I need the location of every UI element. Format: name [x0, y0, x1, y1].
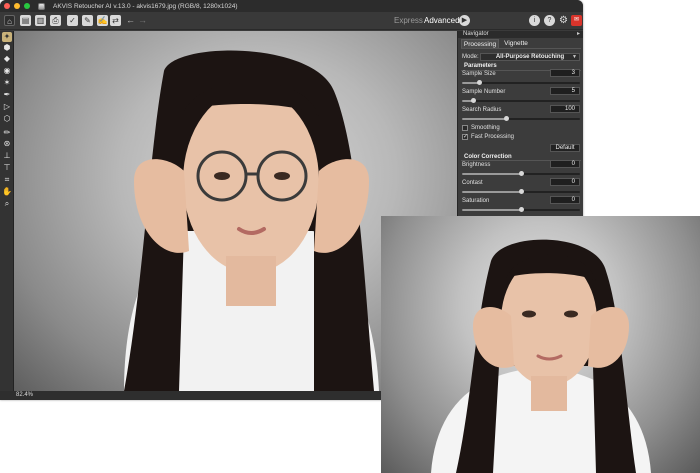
mode-select-value: All-Purpose Retouching	[495, 54, 565, 60]
zoom-icon[interactable]: ⌕	[2, 199, 12, 209]
clone-icon[interactable]: ⊛	[2, 139, 12, 149]
sample-number-slider-thumb[interactable]	[471, 98, 477, 103]
tools-panel: ✦ ⬢ ◆ ◉ ✶ ✒ ▷ ⬡ ✏ ⊛ ⊥ ⊤ ⌗ ✋ ⌕	[0, 31, 14, 391]
selection-icon[interactable]: ▷	[2, 102, 12, 112]
saturation-slider-fill	[462, 209, 521, 211]
app-logo-icon	[38, 2, 45, 10]
brightness-label: Brightness	[462, 162, 491, 168]
search-radius-input[interactable]: 100	[550, 105, 580, 113]
color-picker-icon[interactable]: ✒	[2, 90, 12, 100]
sample-size-slider-thumb[interactable]	[477, 80, 483, 85]
tab-vignette[interactable]: Vignette	[499, 39, 533, 48]
close-window-button[interactable]	[4, 3, 10, 9]
saturation-slider-thumb[interactable]	[518, 207, 524, 212]
sample-number-slider[interactable]	[462, 98, 580, 103]
stamp-icon[interactable]: ⊥	[2, 151, 12, 161]
search-radius-label: Search Radius	[462, 107, 502, 113]
batch-icon[interactable]: ✎	[82, 15, 93, 26]
settings-gear-icon[interactable]: ⚙	[558, 15, 569, 26]
sample-size-slider[interactable]	[462, 80, 580, 85]
print-icon[interactable]: ⎙	[50, 15, 61, 26]
minimize-window-button[interactable]	[14, 3, 20, 9]
advanced-mode-link[interactable]: Advanced	[424, 16, 460, 25]
saturation-slider[interactable]	[462, 207, 580, 212]
contrast-slider-fill	[462, 191, 521, 193]
inpainting-icon[interactable]: ✦	[2, 32, 12, 42]
window-title: AKVIS Retoucher AI v.13.0 - akvis1679.jp…	[53, 2, 238, 10]
sample-number-label: Sample Number	[462, 89, 506, 95]
mode-label: Mode:	[462, 54, 479, 60]
help-icon[interactable]: ?	[544, 15, 555, 26]
crop-icon[interactable]: ⌗	[2, 175, 12, 185]
fast-processing-checkbox[interactable]	[462, 133, 468, 140]
navigator-expand-icon[interactable]: ▸	[577, 31, 580, 38]
save-icon[interactable]: ▥	[35, 15, 46, 26]
brightness-slider-fill	[462, 173, 521, 175]
home-icon[interactable]: ⌂	[4, 15, 15, 26]
express-mode-link[interactable]: Express	[394, 16, 423, 25]
search-radius-slider[interactable]	[462, 116, 580, 121]
brightness-slider-thumb[interactable]	[518, 171, 524, 176]
smoothing-checkbox[interactable]	[462, 125, 468, 131]
brush-icon[interactable]: ✏	[2, 128, 12, 138]
navigator-title: Navigator	[463, 31, 489, 37]
brightness-slider[interactable]	[462, 171, 580, 176]
smoothing-label: Smoothing	[471, 125, 500, 131]
brightness-input[interactable]: 0	[550, 160, 580, 168]
eraser-icon[interactable]: ◆	[2, 54, 12, 64]
search-radius-slider-fill	[462, 118, 507, 120]
lasso-icon[interactable]: ⬡	[2, 114, 12, 124]
hand-icon[interactable]: ✋	[2, 187, 12, 197]
zoom-level[interactable]: 82.4%	[16, 392, 33, 398]
portrait-without-glasses-photo	[431, 239, 651, 473]
contrast-input[interactable]: 0	[550, 178, 580, 186]
parameters-section-title: Parameters	[464, 63, 497, 69]
toolbar: ⌂ ▤ ▥ ⎙ ✓ ✎ ✍ ⇄ ← → Express Advanced ▶ i…	[0, 12, 583, 30]
magic-tube-icon[interactable]: ⬢	[2, 43, 12, 53]
info-icon[interactable]: i	[529, 15, 540, 26]
tab-divider	[461, 48, 581, 49]
run-processing-play-icon[interactable]: ▶	[459, 15, 470, 26]
sample-number-input[interactable]: 5	[550, 87, 580, 95]
saturation-label: Saturation	[462, 198, 490, 204]
contrast-slider[interactable]	[462, 189, 580, 194]
mode-select[interactable]: All-Purpose Retouching ▼	[480, 53, 580, 61]
sample-size-input[interactable]: 3	[550, 69, 580, 77]
navigator-header[interactable]: Navigator ▸	[458, 31, 583, 38]
chevron-down-icon: ▼	[572, 54, 577, 60]
saturation-input[interactable]: 0	[550, 196, 580, 204]
fill-icon[interactable]: ◉	[2, 66, 12, 76]
notifications-icon[interactable]: ✉	[571, 15, 582, 26]
title-bar: AKVIS Retoucher AI v.13.0 - akvis1679.jp…	[0, 0, 583, 12]
sample-size-label: Sample Size	[462, 71, 496, 77]
zoom-window-button[interactable]	[24, 3, 30, 9]
search-radius-slider-thumb[interactable]	[504, 116, 510, 121]
run-icon[interactable]: ✓	[67, 15, 78, 26]
contrast-slider-thumb[interactable]	[518, 189, 524, 194]
fast-processing-label: Fast Processing	[471, 134, 515, 140]
preset-icon[interactable]: ✍	[97, 15, 108, 26]
magic-wand-icon[interactable]: ✶	[2, 78, 12, 88]
tab-processing[interactable]: Processing	[461, 39, 499, 48]
default-button[interactable]: Default	[550, 144, 580, 152]
share-icon[interactable]: ⇄	[110, 15, 121, 26]
open-file-icon[interactable]: ▤	[20, 15, 31, 26]
healing-icon[interactable]: ⊤	[2, 163, 12, 173]
result-photo-after	[381, 216, 700, 473]
contrast-label: Contast	[462, 180, 483, 186]
undo-icon[interactable]: ←	[126, 15, 135, 26]
redo-icon[interactable]: →	[138, 15, 147, 26]
